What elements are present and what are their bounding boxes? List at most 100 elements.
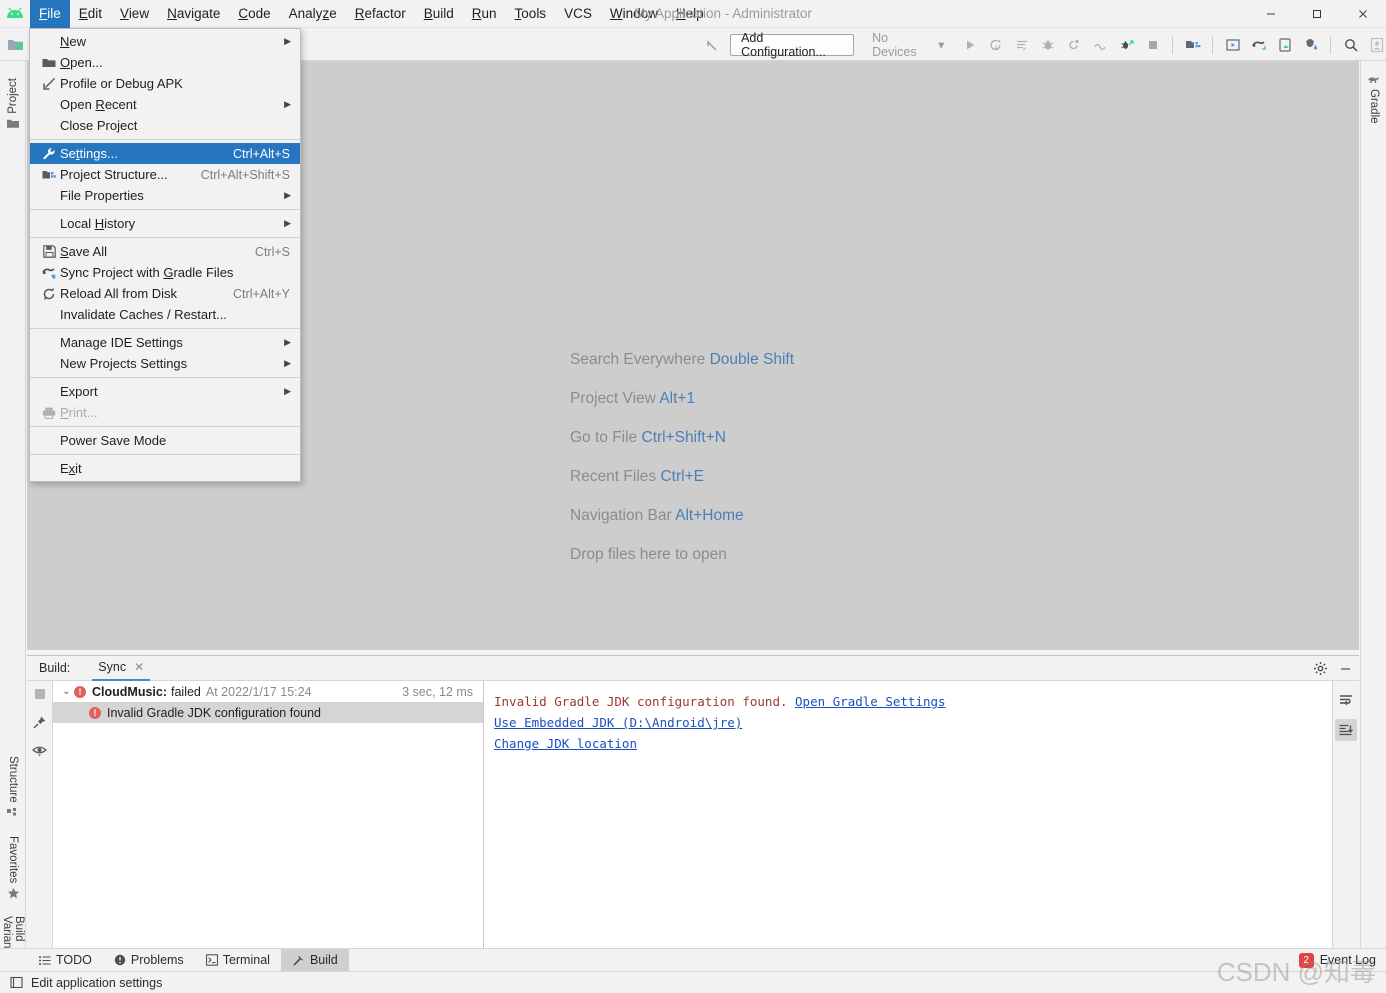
build-tab-sync[interactable]: Sync ✕	[92, 656, 151, 681]
debug-icon[interactable]	[1037, 32, 1060, 57]
menu-file[interactable]: File	[30, 0, 70, 28]
menu-vcs[interactable]: VCS	[555, 0, 601, 28]
avd-manager-icon[interactable]	[1221, 32, 1244, 57]
menu-code[interactable]: Code	[229, 0, 279, 28]
table-row[interactable]: ! Invalid Gradle JDK configuration found	[53, 702, 483, 723]
hint-action: Navigation Bar	[570, 507, 672, 524]
bottom-tab-todo[interactable]: TODO	[28, 949, 103, 972]
menu-item-file-properties[interactable]: File Properties ▶	[30, 185, 300, 206]
minimize-icon[interactable]	[1338, 661, 1353, 676]
menu-item-invalidate-caches-label: Invalidate Caches / Restart...	[60, 307, 227, 322]
menu-item-local-history[interactable]: Local History ▶	[30, 213, 300, 234]
sidebar-item-gradle[interactable]: Gradle	[1361, 69, 1386, 129]
sidebar-item-project[interactable]: Project	[0, 73, 26, 134]
stop-icon[interactable]	[33, 687, 47, 701]
gradle-sync-icon	[38, 266, 60, 279]
window-controls	[1248, 0, 1386, 28]
add-configuration-button[interactable]: Add Configuration...	[730, 31, 855, 59]
menu-refactor[interactable]: Refactor	[346, 0, 415, 28]
toolbar-separator-1	[1172, 35, 1174, 54]
menu-analyze[interactable]: Analyze	[280, 0, 346, 28]
menu-item-file-properties-label: File Properties	[60, 188, 144, 203]
use-embedded-jdk-link[interactable]: Use Embedded JDK (D:\Android\jre)	[494, 715, 742, 730]
build-console[interactable]: Invalid Gradle JDK configuration found. …	[484, 681, 1359, 948]
menu-item-invalidate-caches-restart[interactable]: Invalidate Caches / Restart...	[30, 304, 300, 325]
close-icon[interactable]: ✕	[134, 660, 144, 674]
scroll-to-end-icon[interactable]	[1335, 719, 1357, 741]
sdk-manager-icon[interactable]	[1181, 32, 1204, 57]
hint-project-view: Project View Alt+1	[570, 390, 794, 429]
menu-item-profile-or-debug-apk[interactable]: Profile or Debug APK	[30, 73, 300, 94]
status-bar: Edit application settings	[0, 971, 1386, 993]
change-jdk-location-link[interactable]: Change JDK location	[494, 736, 637, 751]
menu-item-power-save-mode[interactable]: Power Save Mode	[30, 430, 300, 451]
device-selector[interactable]: No Devices ▾	[861, 31, 951, 59]
back-arrow-icon[interactable]	[700, 32, 723, 57]
bottom-tab-build[interactable]: Build	[280, 948, 349, 972]
menu-item-project-structure[interactable]: Project Structure... Ctrl+Alt+Shift+S	[30, 164, 300, 185]
menu-item-manage-ide-settings[interactable]: Manage IDE Settings ▶	[30, 332, 300, 353]
menu-view[interactable]: View	[111, 0, 158, 28]
pin-icon[interactable]	[32, 715, 47, 730]
menu-item-close-project[interactable]: Close Project	[30, 115, 300, 136]
gradle-sync-icon[interactable]	[1247, 32, 1270, 57]
open-gradle-settings-link[interactable]: Open Gradle Settings	[795, 694, 946, 709]
table-row[interactable]: ⌄ ! CloudMusic: failed At 2022/1/17 15:2…	[53, 681, 483, 702]
menu-item-exit[interactable]: Exit	[30, 458, 300, 479]
build-window-header: Build: Sync ✕	[27, 656, 1359, 681]
bottom-tab-problems[interactable]: Problems	[103, 949, 195, 972]
menu-item-open-recent[interactable]: Open Recent ▶	[30, 94, 300, 115]
layout-inspector-icon[interactable]	[1273, 32, 1296, 57]
maximize-button[interactable]	[1294, 0, 1340, 28]
apply-changes-icon[interactable]	[1011, 32, 1034, 57]
profile-icon[interactable]	[1089, 32, 1112, 57]
sidebar-item-favorites[interactable]: Favorites	[0, 831, 26, 905]
file-menu-dropdown[interactable]: New ▶ Open... Profile or Debug APK Open …	[29, 28, 301, 482]
minimize-button[interactable]	[1248, 0, 1294, 28]
sidebar-item-structure[interactable]: Structure	[0, 751, 26, 823]
menu-item-reload-all-from-disk[interactable]: Reload All from Disk Ctrl+Alt+Y	[30, 283, 300, 304]
hint-key: Alt+1	[659, 390, 696, 407]
menu-item-print-label: Print...	[60, 405, 98, 420]
menu-tools[interactable]: Tools	[506, 0, 556, 28]
bottom-tab-terminal[interactable]: Terminal	[195, 949, 281, 972]
hint-action: Project View	[570, 390, 656, 407]
menu-item-new-projects-settings[interactable]: New Projects Settings ▶	[30, 353, 300, 374]
gear-icon[interactable]	[1313, 661, 1328, 676]
menu-item-export[interactable]: Export ▶	[30, 381, 300, 402]
structure-icon	[7, 807, 19, 818]
attach-debugger-icon[interactable]	[1063, 32, 1086, 57]
chevron-down-icon[interactable]: ⌄	[59, 686, 74, 697]
run-coverage-icon[interactable]	[1115, 32, 1138, 57]
sidebar-item-favorites-label: Favorites	[7, 836, 19, 884]
account-icon[interactable]	[1365, 32, 1386, 57]
project-tool-icon[interactable]	[0, 37, 30, 52]
menu-navigate[interactable]: Navigate	[158, 0, 229, 28]
run-icon[interactable]	[958, 32, 981, 57]
menu-item-settings-shortcut: Ctrl+Alt+S	[233, 146, 290, 161]
event-log-button[interactable]: 2 Event Log	[1298, 952, 1376, 968]
menu-build[interactable]: Build	[415, 0, 463, 28]
menu-item-open[interactable]: Open...	[30, 52, 300, 73]
device-file-explorer-icon[interactable]	[1299, 32, 1322, 57]
menu-run[interactable]: Run	[463, 0, 506, 28]
project-folder-icon	[7, 118, 19, 129]
menu-item-save-all[interactable]: Save All Ctrl+S	[30, 241, 300, 262]
build-duration: 3 sec, 12 ms	[402, 684, 473, 699]
menu-separator	[30, 454, 300, 455]
menu-item-sync-project-with-gradle-files[interactable]: Sync Project with Gradle Files	[30, 262, 300, 283]
close-button[interactable]	[1340, 0, 1386, 28]
menu-item-settings[interactable]: Settings... Ctrl+Alt+S	[30, 143, 300, 164]
menu-bar[interactable]: File Edit View Navigate Code Analyze Ref…	[30, 0, 713, 28]
star-icon	[7, 887, 20, 900]
hint-action: Go to File	[570, 429, 638, 446]
menu-item-new[interactable]: New ▶	[30, 31, 300, 52]
soft-wrap-icon[interactable]	[1335, 689, 1357, 711]
rerun-icon[interactable]: A	[984, 32, 1007, 57]
menu-edit[interactable]: Edit	[70, 0, 111, 28]
menu-item-project-structure-label: Project Structure...	[60, 167, 168, 182]
stop-icon[interactable]	[1141, 32, 1164, 57]
search-icon[interactable]	[1339, 32, 1362, 57]
build-tree[interactable]: ⌄ ! CloudMusic: failed At 2022/1/17 15:2…	[53, 681, 484, 948]
eye-icon[interactable]	[32, 744, 47, 757]
